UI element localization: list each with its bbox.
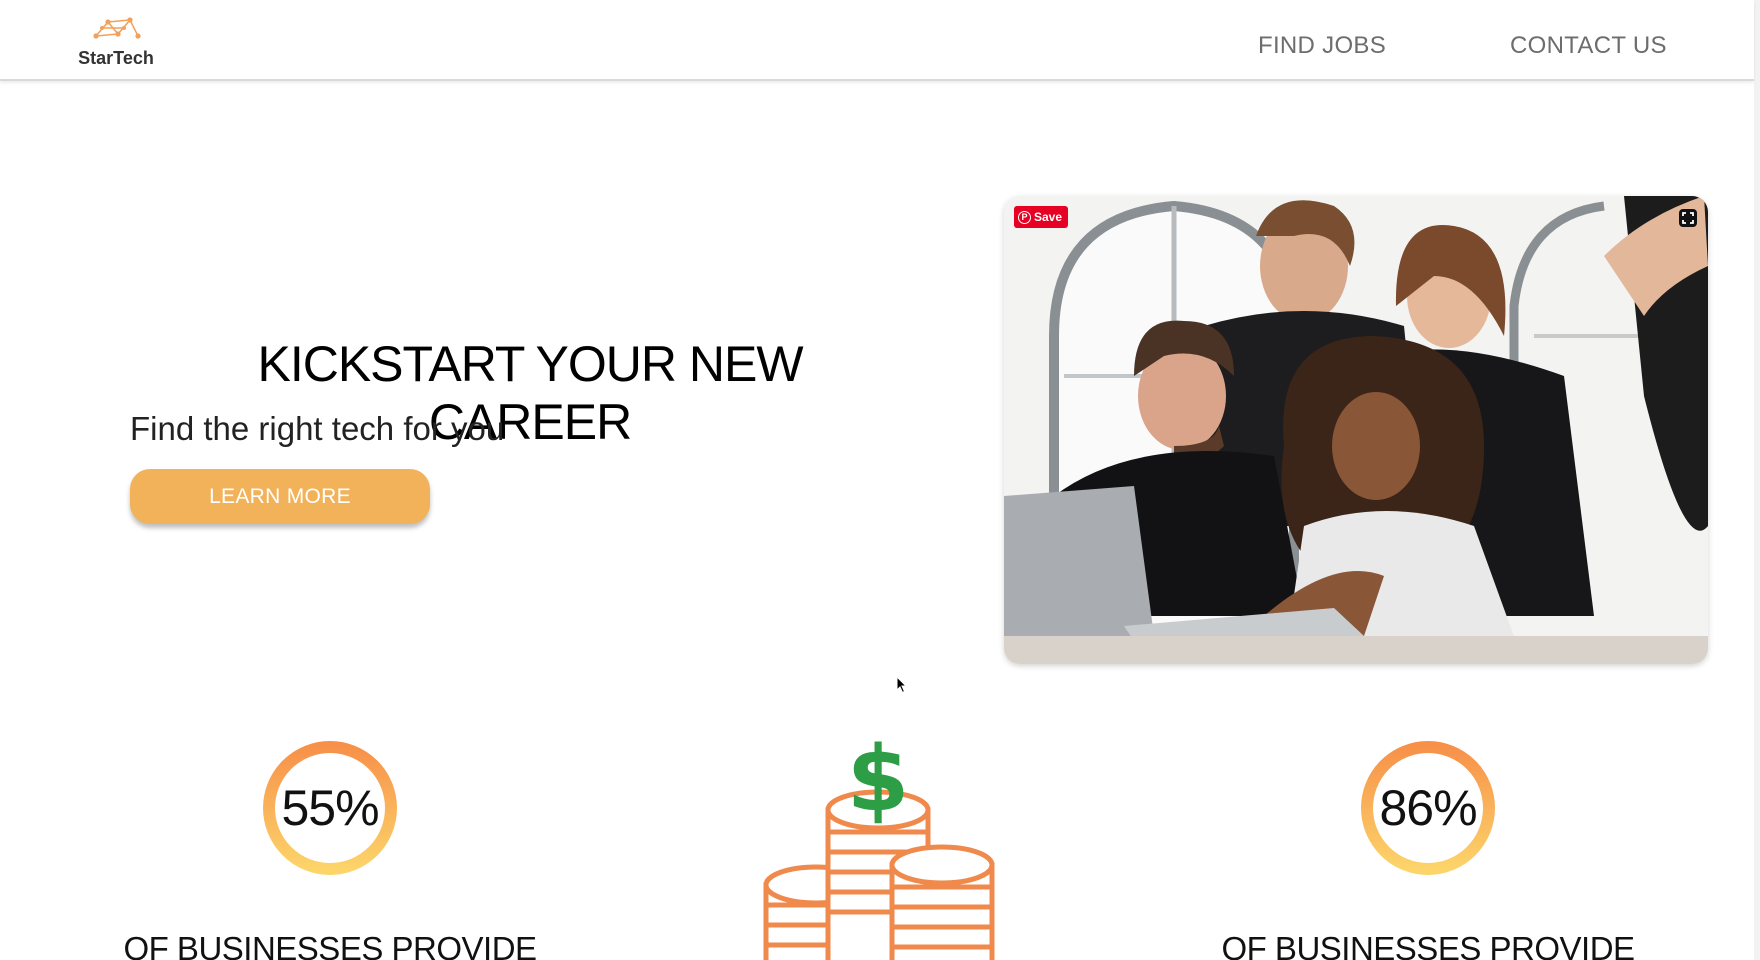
expand-icon[interactable] xyxy=(1678,208,1698,228)
nav-find-jobs[interactable]: FIND JOBS xyxy=(1258,32,1386,60)
stat-ring-55: 55% xyxy=(262,740,398,876)
stat-ring-86: 86% xyxy=(1360,740,1496,876)
scrollbar-track[interactable] xyxy=(1754,0,1760,960)
stat-caption: OF BUSINESSES PROVIDE xyxy=(123,930,537,960)
team-laptop-photo xyxy=(1004,196,1708,664)
stat-caption: OF BUSINESSES PROVIDE xyxy=(1221,930,1635,960)
money-coins-icon: $ xyxy=(763,740,995,960)
logo-text: StarTech xyxy=(78,48,154,68)
hero-photo: P Save xyxy=(1004,196,1708,664)
pin-save-label: Save xyxy=(1034,210,1063,224)
stat-value: 55% xyxy=(281,780,379,836)
site-logo[interactable]: StarTech xyxy=(76,14,156,70)
site-header: StarTech FIND JOBS CONTACT US xyxy=(0,0,1754,81)
svg-text:$: $ xyxy=(847,740,910,832)
learn-more-button[interactable]: LEARN MORE xyxy=(130,469,430,524)
nav-contact-us[interactable]: CONTACT US xyxy=(1510,32,1667,60)
pinterest-save-button[interactable]: P Save xyxy=(1014,206,1069,228)
mouse-cursor-icon xyxy=(896,676,908,694)
stat-value: 86% xyxy=(1379,780,1477,836)
page: StarTech FIND JOBS CONTACT US KICKSTART … xyxy=(0,0,1760,960)
pinterest-icon: P xyxy=(1018,210,1031,224)
constellation-logo-icon xyxy=(93,17,141,39)
hero-subtitle: Find the right tech for you xyxy=(130,410,505,447)
